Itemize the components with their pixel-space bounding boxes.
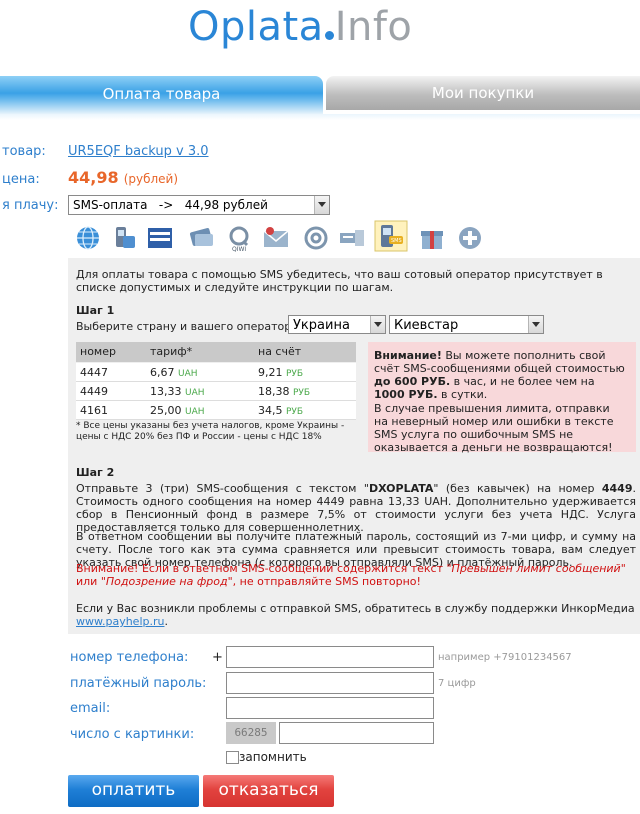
resend-alert: Внимание! Если в ответном SMS-сообщении … [76, 562, 626, 588]
col-number: номер [80, 345, 116, 358]
step2-title: Шаг 2 [76, 466, 115, 479]
table-row: 4161 25,00 UAH 34,5 РУБ [76, 401, 356, 420]
captcha-image: 66285 [226, 722, 276, 744]
row-tariff: 25,00 UAH [150, 404, 205, 417]
site-logo: Oplata Info [0, 0, 640, 70]
row-credit: 9,21 РУБ [258, 366, 304, 379]
globe-icon[interactable] [74, 224, 102, 252]
tariff-table-header: номер тариф* на счёт [76, 342, 356, 362]
chevron-down-icon [370, 316, 385, 333]
at-sign-icon[interactable] [302, 224, 330, 252]
email-label: email: [70, 701, 111, 716]
sms-phone-icon[interactable]: SMS [374, 220, 408, 252]
col-credit: на счёт [258, 345, 302, 358]
row-tariff: 6,67 UAH [150, 366, 198, 379]
price: 44,98 (рублей) [68, 168, 178, 187]
step2-text: Отправьте 3 (три) SMS-сообщения с тексто… [76, 482, 636, 534]
item-label: товар: [2, 144, 46, 159]
remember-label: запомнить [239, 750, 307, 764]
country-value: Украина [293, 318, 350, 333]
phone-label: номер телефона: [70, 650, 189, 665]
password-label: платёжный пароль: [70, 676, 207, 691]
logo-dot [324, 31, 334, 40]
row-number: 4449 [80, 385, 108, 398]
chevron-down-icon [528, 316, 543, 333]
item-name-link[interactable]: UR5EQF backup v 3.0 [68, 144, 209, 159]
tab-pay-item-label: Оплата товара [102, 85, 221, 103]
tab-my-purchases[interactable]: Мои покупки [326, 76, 640, 110]
row-credit: 18,38 РУБ [258, 385, 311, 398]
support-text: Если у Вас возникли проблемы с отправкой… [76, 602, 635, 628]
svg-text:SMS: SMS [391, 238, 402, 244]
gift-icon[interactable] [418, 224, 446, 252]
refund-warning-text: В случае превышения лимита, отправки на … [374, 402, 614, 454]
remember-checkbox[interactable] [226, 751, 239, 764]
row-credit: 34,5 РУБ [258, 404, 304, 417]
phone-prefix: + [212, 650, 223, 665]
tab-pay-item[interactable]: Оплата товара [0, 76, 323, 114]
password-input[interactable] [226, 672, 434, 694]
atm-card-icon[interactable] [338, 224, 366, 252]
operator-select[interactable]: Киевстар [389, 315, 544, 334]
operator-value: Киевстар [394, 318, 459, 333]
pay-method-label: я плачу: [2, 198, 59, 213]
step1-title: Шаг 1 [76, 304, 115, 317]
support-link[interactable]: www.payhelp.ru [76, 615, 164, 628]
country-select[interactable]: Украина [288, 315, 386, 334]
step1-text: Выберите страну и вашего оператора: [76, 320, 302, 333]
price-label: цена: [2, 172, 40, 187]
row-number: 4161 [80, 404, 108, 417]
phone-card-icon[interactable] [110, 224, 138, 252]
price-unit: (рублей) [123, 172, 179, 186]
pay-method-value: SMS-оплата -> 44,98 рублей [73, 198, 268, 212]
table-row: 4447 6,67 UAH 9,21 РУБ [76, 363, 356, 382]
logo-text-oplata: Oplata [188, 4, 324, 50]
phone-input[interactable] [226, 646, 434, 668]
russian-post-icon[interactable] [146, 224, 174, 252]
pay-method-select[interactable]: SMS-оплата -> 44,98 рублей [68, 195, 330, 215]
row-tariff: 13,33 UAH [150, 385, 205, 398]
chevron-down-icon [314, 196, 329, 214]
row-number: 4447 [80, 366, 108, 379]
tab-my-purchases-label: Мои покупки [431, 84, 535, 102]
captcha-label: число с картинки: [70, 727, 195, 742]
money-transfer-icon[interactable] [188, 224, 216, 252]
svg-text:QIWI: QIWI [232, 246, 246, 252]
phone-hint: например +79101234567 [438, 652, 572, 663]
logo-text-info: Info [334, 4, 413, 50]
cancel-button[interactable]: отказаться [203, 775, 334, 807]
price-value: 44,98 [68, 168, 119, 187]
intro-text: Для оплаты товара с помощью SMS убедитес… [76, 268, 603, 294]
col-tariff: тариф* [150, 345, 193, 358]
limit-warning-text: Внимание! Вы можете пополнить свой счёт … [374, 349, 625, 401]
table-footnote: * Все цены указаны без учета налогов, кр… [76, 421, 345, 442]
qiwi-icon[interactable]: QIWI [226, 224, 254, 253]
table-row: 4449 13,33 UAH 18,38 РУБ [76, 382, 356, 401]
mail-envelope-icon[interactable] [262, 224, 290, 252]
email-input[interactable] [226, 697, 434, 719]
tab-bar: Оплата товара Мои покупки [0, 76, 640, 116]
plus-icon[interactable] [456, 224, 484, 252]
pay-button[interactable]: оплатить [68, 775, 199, 807]
tab-divider [0, 114, 640, 120]
captcha-input[interactable] [279, 722, 434, 744]
password-hint: 7 цифр [438, 678, 476, 689]
